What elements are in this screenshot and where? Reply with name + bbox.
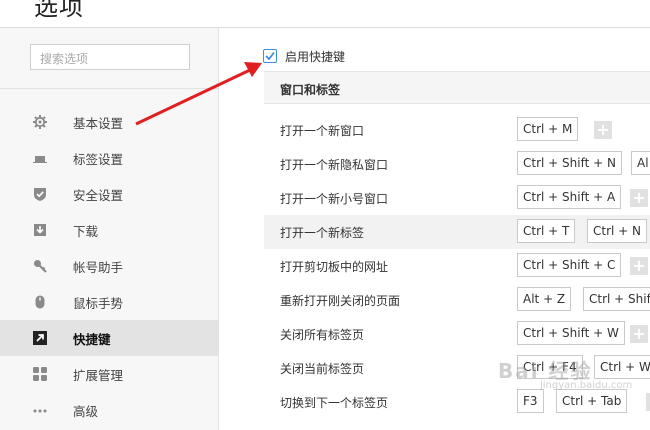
extensions-grid-icon xyxy=(33,367,47,381)
add-shortcut-button[interactable]: + xyxy=(630,257,648,275)
sidebar-item-label: 帐号助手 xyxy=(73,260,124,275)
sidebar-item-download[interactable]: 下载 xyxy=(0,212,218,248)
sidebar-item-extensions[interactable]: 扩展管理 xyxy=(0,356,218,392)
shortcut-key[interactable]: Ctrl + Shift + W xyxy=(517,321,625,345)
shortcut-key[interactable]: Ctrl + Tab xyxy=(556,389,628,413)
add-shortcut-button[interactable]: + xyxy=(630,189,648,207)
shortcut-label: 打开一个新小号窗口 xyxy=(280,192,389,206)
checkmark-icon xyxy=(265,51,275,61)
mouse-icon xyxy=(35,295,45,309)
shortcut-row: 打开一个新隐私窗口 Ctrl + Shift + N Al xyxy=(264,147,650,181)
sidebar-item-basic-settings[interactable]: 基本设置 xyxy=(0,104,218,140)
shortcut-key[interactable]: Alt + Z xyxy=(517,287,572,311)
download-icon xyxy=(34,224,46,236)
shield-check-icon xyxy=(34,188,46,201)
sidebar-item-tab-settings[interactable]: 标签设置 xyxy=(0,140,218,176)
section-header: 窗口和标签 xyxy=(264,71,650,104)
add-shortcut-button[interactable]: + xyxy=(594,121,612,139)
sidebar-item-mouse-gestures[interactable]: 鼠标手势 xyxy=(0,284,218,320)
add-shortcut-button[interactable]: + xyxy=(630,325,648,343)
sidebar-item-advanced[interactable]: 高级 xyxy=(0,392,218,428)
shortcut-row: 打开剪切板中的网址 Ctrl + Shift + C + xyxy=(264,249,650,283)
sidebar-item-shortcuts[interactable]: 快捷键 xyxy=(0,320,218,356)
shortcut-key[interactable]: Ctrl + Shift + A xyxy=(517,185,622,209)
shortcut-key[interactable]: Ctrl + T xyxy=(517,219,576,243)
sidebar: 搜索选项 基本设置 标签设置 安全设置 下载 帐号助手 鼠标手势 快捷键 扩展管… xyxy=(0,28,219,430)
shortcut-label: 重新打开刚关闭的页面 xyxy=(280,294,401,308)
sidebar-item-label: 安全设置 xyxy=(73,188,124,203)
shortcut-key[interactable]: Ctrl + W xyxy=(594,355,650,379)
shortcut-key[interactable]: F3 xyxy=(517,389,544,413)
sidebar-item-label: 高级 xyxy=(73,404,99,419)
gear-icon xyxy=(33,115,47,129)
enable-shortcuts-checkbox[interactable] xyxy=(263,49,277,63)
shortcut-row: 重新打开刚关闭的页面 Alt + Z Ctrl + Shift xyxy=(264,283,650,317)
shortcut-row: 打开一个新窗口 Ctrl + M + xyxy=(264,113,650,147)
more-dots-icon xyxy=(33,409,47,413)
tab-icon xyxy=(33,156,47,163)
shortcut-row: 打开一个新标签 Ctrl + T Ctrl + N + xyxy=(264,215,650,249)
shortcut-label: 关闭所有标签页 xyxy=(280,328,365,342)
watermark-url: jingyan.baidu.com xyxy=(540,380,633,391)
window-title: 选项 xyxy=(34,0,84,21)
shortcut-row: 关闭所有标签页 Ctrl + Shift + W + xyxy=(264,317,650,351)
shortcut-key[interactable]: Ctrl + M xyxy=(517,117,579,141)
sidebar-item-label: 快捷键 xyxy=(73,332,111,347)
sidebar-item-label: 下载 xyxy=(73,224,99,239)
sidebar-item-security-settings[interactable]: 安全设置 xyxy=(0,176,218,212)
shortcut-row: 打开一个新小号窗口 Ctrl + Shift + A + xyxy=(264,181,650,215)
sidebar-item-label: 标签设置 xyxy=(73,152,124,167)
sidebar-item-label: 扩展管理 xyxy=(73,368,124,383)
sidebar-item-label: 鼠标手势 xyxy=(73,296,124,311)
shortcut-label: 打开一个新标签 xyxy=(280,226,365,240)
shortcut-key[interactable]: Ctrl + Shift xyxy=(583,287,650,311)
shortcut-arrow-icon xyxy=(33,331,47,345)
sidebar-item-label: 基本设置 xyxy=(73,116,124,131)
sidebar-item-account-helper[interactable]: 帐号助手 xyxy=(0,248,218,284)
shortcut-label: 打开剪切板中的网址 xyxy=(280,260,389,274)
key-icon xyxy=(34,260,47,273)
shortcut-label: 关闭当前标签页 xyxy=(280,362,365,376)
title-bar: 选项 xyxy=(0,0,650,28)
sidebar-divider xyxy=(0,88,218,89)
shortcut-label: 打开一个新窗口 xyxy=(280,124,365,138)
shortcut-key[interactable]: Ctrl + N xyxy=(587,219,648,243)
shortcut-label: 切换到下一个标签页 xyxy=(280,396,389,410)
shortcut-key[interactable]: Ctrl + Shift + N xyxy=(517,151,622,175)
shortcut-key[interactable]: Ctrl + Shift + C xyxy=(517,253,622,277)
shortcut-label: 打开一个新隐私窗口 xyxy=(280,158,389,172)
enable-shortcuts-label[interactable]: 启用快捷键 xyxy=(285,48,345,65)
section-title: 窗口和标签 xyxy=(280,83,341,97)
search-input[interactable]: 搜索选项 xyxy=(30,44,190,70)
add-shortcut-button[interactable]: + xyxy=(646,393,650,411)
shortcut-key[interactable]: Al xyxy=(631,151,650,175)
